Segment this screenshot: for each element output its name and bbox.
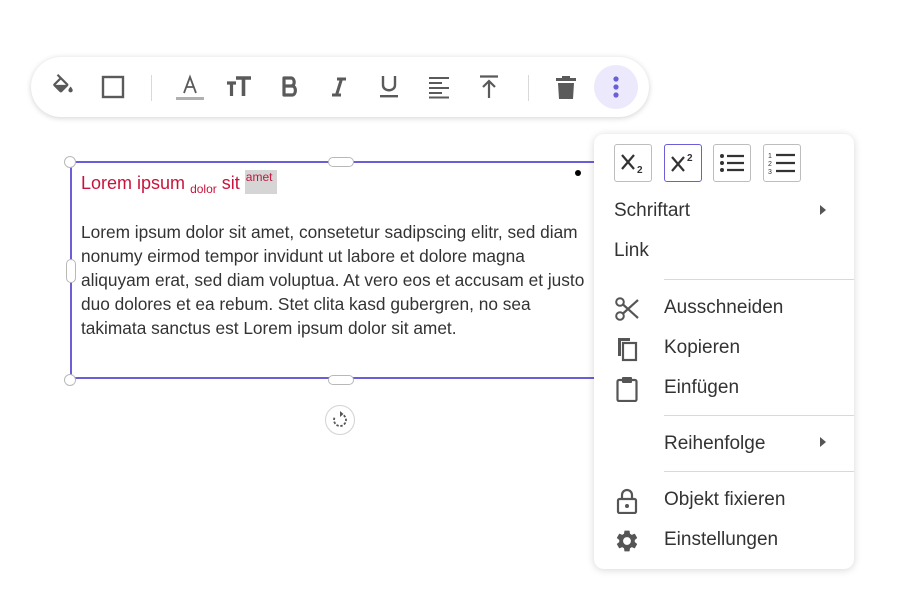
menu-divider (664, 471, 854, 472)
heading-subscript-text: dolor (190, 182, 217, 196)
align-top-icon (480, 75, 498, 98)
bold-icon (282, 76, 297, 97)
menu-item-cut[interactable]: Ausschneiden (594, 288, 854, 328)
menu-item-label: Reihenfolge (664, 433, 766, 454)
menu-item-order[interactable]: Reihenfolge (594, 424, 854, 464)
clipboard-icon (616, 377, 638, 402)
menu-divider (664, 279, 854, 280)
italic-button[interactable] (320, 68, 358, 106)
vertical-align-button[interactable] (470, 68, 508, 106)
format-toolbar (31, 57, 649, 117)
subscript-button[interactable]: 2 (614, 144, 652, 182)
toolbar-divider (528, 75, 529, 101)
font-size-icon (227, 76, 251, 96)
menu-item-label: Link (614, 240, 649, 261)
svg-text:2: 2 (637, 165, 643, 175)
menu-divider (664, 415, 854, 416)
heading-superscript-text: amet (244, 170, 278, 194)
context-menu: 2 2 1 2 3 Schriftart Link Ausschneiden K… (594, 134, 854, 569)
copy-icon (618, 338, 638, 362)
numbered-list-button[interactable]: 1 2 3 (763, 144, 801, 182)
svg-text:3: 3 (768, 169, 772, 175)
italic-icon (332, 77, 346, 97)
bold-button[interactable] (271, 68, 309, 106)
menu-item-label: Einfügen (664, 377, 740, 398)
bullet-list-icon (720, 154, 744, 172)
menu-item-paste[interactable]: Einfügen (594, 368, 854, 408)
svg-text:2: 2 (768, 161, 772, 168)
menu-item-label: Schriftart (614, 200, 691, 221)
square-outline-icon (101, 75, 125, 99)
more-vertical-icon (613, 76, 619, 98)
heading-main-text: Lorem ipsum (81, 173, 186, 193)
chevron-right-icon (820, 437, 826, 447)
delete-button[interactable] (547, 68, 585, 106)
scissors-icon (615, 297, 639, 321)
menu-item-lock[interactable]: Objekt fixieren (594, 480, 854, 520)
text-box-body[interactable]: Lorem ipsum dolor sit amet, consetetur s… (81, 220, 596, 340)
align-left-icon (429, 77, 449, 99)
heading-after-text: sit (221, 173, 240, 193)
menu-item-link[interactable]: Link (594, 232, 854, 272)
subscript-icon: 2 (621, 154, 643, 175)
more-button[interactable] (594, 65, 638, 109)
toolbar-divider (151, 75, 152, 101)
chevron-right-icon (820, 205, 826, 215)
menu-item-font[interactable]: Schriftart (594, 192, 854, 232)
menu-item-label: Kopieren (664, 337, 741, 358)
resize-handle-top-left[interactable] (64, 156, 76, 168)
lock-icon (616, 488, 638, 514)
fill-color-button[interactable] (44, 68, 82, 106)
svg-text:1: 1 (768, 153, 772, 160)
numbered-list-icon: 1 2 3 (768, 153, 795, 175)
underline-button[interactable] (370, 68, 408, 106)
gear-icon (616, 530, 638, 552)
bullet-list-button[interactable] (713, 144, 751, 182)
menu-item-settings[interactable]: Einstellungen (594, 520, 854, 560)
resize-handle-left[interactable] (66, 259, 76, 283)
border-button[interactable] (94, 68, 132, 106)
font-color-icon (176, 74, 204, 100)
underline-icon (380, 76, 398, 98)
menu-item-copy[interactable]: Kopieren (594, 328, 854, 368)
trash-icon (556, 76, 576, 99)
menu-item-label: Einstellungen (664, 529, 779, 550)
text-box-heading[interactable]: Lorem ipsum dolor sit amet (81, 170, 278, 196)
svg-text:2: 2 (687, 153, 693, 164)
superscript-button[interactable]: 2 (664, 144, 702, 182)
resize-handle-top[interactable] (328, 157, 354, 167)
paint-bucket-icon (53, 74, 73, 93)
rotate-handle[interactable] (325, 405, 355, 435)
font-color-button[interactable] (171, 68, 209, 106)
cursor-dot (575, 170, 581, 176)
font-size-button[interactable] (220, 68, 258, 106)
rotate-icon (333, 411, 347, 427)
align-button[interactable] (420, 68, 458, 106)
menu-item-label: Objekt fixieren (664, 489, 786, 510)
menu-item-label: Ausschneiden (664, 297, 784, 318)
superscript-icon: 2 (671, 153, 693, 172)
resize-handle-bottom[interactable] (328, 375, 354, 385)
resize-handle-bottom-left[interactable] (64, 374, 76, 386)
